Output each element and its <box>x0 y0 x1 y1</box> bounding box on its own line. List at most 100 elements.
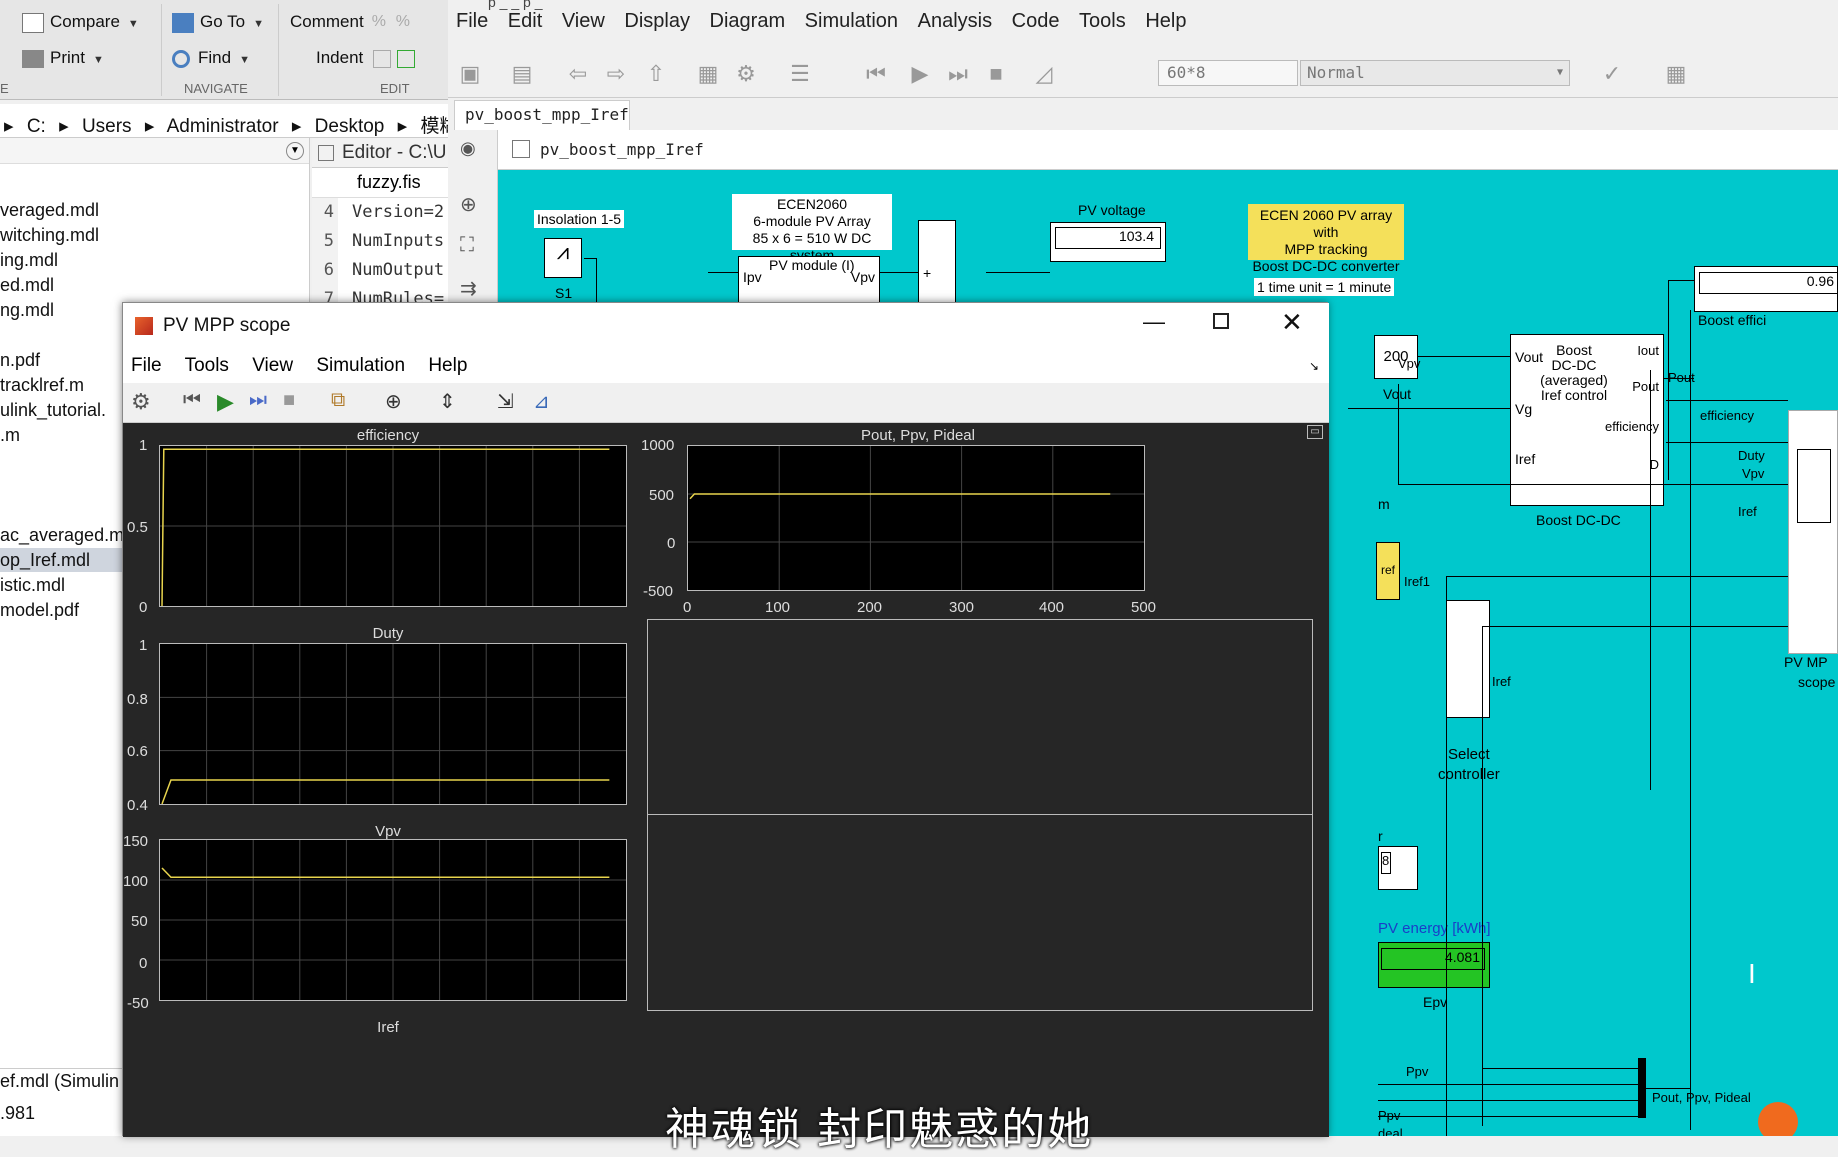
menu-file[interactable]: File <box>456 10 488 32</box>
mux-label: Pout, Ppv, Pideal <box>1652 1090 1751 1105</box>
restore-icon[interactable]: ⇲ <box>497 389 514 414</box>
path-segment[interactable]: 模糊m <box>420 116 448 137</box>
boost-dcdc-block[interactable]: Vout Vg Iref Boost DC-DC (averaged) Iref… <box>1510 334 1664 506</box>
editor-tab[interactable]: fuzzy.fis <box>312 168 448 198</box>
settings-icon[interactable]: ⚙ <box>732 60 760 88</box>
menu-simulation[interactable]: Simulation <box>805 10 898 32</box>
fit-icon[interactable]: ⛶ <box>460 234 474 257</box>
explorer-icon[interactable]: ☰ <box>786 60 814 88</box>
path-segment[interactable]: Users <box>82 116 132 137</box>
file-item[interactable]: ing.mdl <box>0 248 309 272</box>
menu-tools[interactable]: Tools <box>1079 10 1126 32</box>
check-icon[interactable]: ✓ <box>1598 60 1626 88</box>
wire <box>1650 370 1651 790</box>
chevron-down-icon[interactable]: ▼ <box>286 142 304 160</box>
comment-button[interactable]: Comment%% <box>290 12 416 33</box>
arrow-icon[interactable]: ⇉ <box>460 276 477 301</box>
stop-time-input[interactable]: 60*8 <box>1158 60 1298 86</box>
code-line[interactable]: 4 Version=2 <box>312 198 448 227</box>
series-line <box>161 867 610 879</box>
current-folder-path[interactable]: ▸ C: ▸ Users ▸ Administrator ▸ Desktop ▸… <box>0 104 448 138</box>
path-segment[interactable]: C: <box>27 116 46 137</box>
scope-menu-help[interactable]: Help <box>428 355 467 376</box>
energy-display[interactable]: 4.081 <box>1378 942 1490 988</box>
library-icon[interactable]: ▦ <box>694 60 722 88</box>
iref-out-label: Iref <box>1492 674 1511 689</box>
path-segment[interactable]: Desktop <box>315 116 385 137</box>
zoom-in-icon[interactable]: ⊕ <box>385 389 402 414</box>
stop-icon[interactable]: ■ <box>283 389 295 412</box>
menu-help[interactable]: Help <box>1145 10 1186 32</box>
indent-icon <box>373 49 392 68</box>
scope-menu-view[interactable]: View <box>252 355 293 376</box>
layout-icon[interactable]: ▭ <box>1307 425 1323 439</box>
path-segment[interactable]: Administrator <box>167 116 279 137</box>
ytick: -50 <box>127 995 149 1012</box>
sdi-icon[interactable]: ◿ <box>1030 60 1058 88</box>
model-tab[interactable]: pv_boost_mpp_Iref <box>454 100 630 130</box>
simulation-mode-select[interactable]: Normal ▼ <box>1300 60 1570 86</box>
goto-button[interactable]: Go To ▼ <box>172 12 264 33</box>
menu-code[interactable]: Code <box>1012 10 1060 32</box>
compare-button[interactable]: Compare ▼ <box>22 12 139 33</box>
code-line[interactable]: 5 NumInputs <box>312 227 448 256</box>
new-icon[interactable]: ▣ <box>456 60 484 88</box>
mux-block[interactable] <box>1638 1058 1646 1118</box>
autoscale-icon[interactable]: ⇕ <box>439 389 456 414</box>
select-switch-block[interactable] <box>1446 600 1490 718</box>
print-button[interactable]: Print ▼ <box>22 48 104 68</box>
zoom-icon[interactable]: ⊕ <box>460 192 477 217</box>
scope-menu-file[interactable]: File <box>131 355 162 376</box>
file-item[interactable]: ed.mdl <box>0 273 309 297</box>
forward-icon[interactable]: ⇨ <box>602 60 630 88</box>
display-block[interactable]: 8 <box>1378 846 1418 890</box>
wire <box>1646 1088 1690 1089</box>
save-icon[interactable]: ▤ <box>508 60 536 88</box>
step-forward-icon[interactable]: ⏭ <box>944 60 972 88</box>
efficiency-display[interactable]: 0.96 <box>1694 266 1838 312</box>
run-icon[interactable]: ▶ <box>217 389 234 415</box>
pv-voltage-display[interactable]: 103.4 <box>1050 222 1166 262</box>
close-icon[interactable]: ✕ <box>1281 307 1303 338</box>
menu-view[interactable]: View <box>562 10 605 32</box>
back-icon[interactable]: ⇦ <box>564 60 592 88</box>
step-forward-icon[interactable]: ⏭ <box>249 389 267 412</box>
plot-title-vpv: Vpv <box>375 823 401 840</box>
indent-button[interactable]: Indent <box>316 48 416 68</box>
gear-icon[interactable]: ⚙ <box>131 389 151 415</box>
measure-icon[interactable]: ⊿ <box>533 389 550 414</box>
scope-titlebar: PV MPP scope — ✕ <box>123 303 1329 349</box>
plot-duty[interactable] <box>159 643 627 805</box>
hide-browser-icon[interactable]: ◉ <box>460 138 476 159</box>
file-item[interactable]: veraged.mdl <box>0 198 309 222</box>
minimize-icon[interactable]: — <box>1143 309 1165 335</box>
menu-diagram[interactable]: Diagram <box>710 10 786 32</box>
ytick: 0 <box>139 955 148 972</box>
menu-edit[interactable]: Edit <box>508 10 542 32</box>
plot-power[interactable] <box>687 445 1145 591</box>
scope-menu-simulation[interactable]: Simulation <box>316 355 405 376</box>
code-line[interactable]: 6 NumOutput <box>312 256 448 285</box>
highlight-icon[interactable]: ⧉ <box>331 389 345 412</box>
grid-icon[interactable]: ▦ <box>1662 60 1690 88</box>
controller-block[interactable]: ref <box>1376 542 1400 600</box>
maximize-icon[interactable] <box>1213 313 1229 329</box>
find-button[interactable]: Find ▼ <box>172 48 250 68</box>
undock-icon[interactable]: ↘ <box>1309 359 1319 373</box>
wire <box>1666 442 1788 443</box>
step-back-icon[interactable]: ⏮ <box>183 389 201 412</box>
plot-vpv[interactable] <box>159 839 627 1001</box>
matlab-logo-icon <box>135 317 153 335</box>
menu-analysis[interactable]: Analysis <box>918 10 992 32</box>
breadcrumb[interactable]: pv_boost_mpp_Iref <box>498 130 1838 170</box>
plot-efficiency[interactable] <box>159 445 627 607</box>
run-icon[interactable]: ▶ <box>906 60 934 88</box>
stop-icon[interactable]: ■ <box>982 60 1010 88</box>
menu-display[interactable]: Display <box>624 10 690 32</box>
pv-mp-scope-block[interactable] <box>1788 410 1838 654</box>
signal-builder-block[interactable]: ⩘ <box>544 238 582 278</box>
file-item[interactable]: witching.mdl <box>0 223 309 247</box>
step-back-icon[interactable]: ⏮ <box>862 60 890 88</box>
up-icon[interactable]: ⇧ <box>642 60 670 88</box>
scope-menu-tools[interactable]: Tools <box>185 355 229 376</box>
